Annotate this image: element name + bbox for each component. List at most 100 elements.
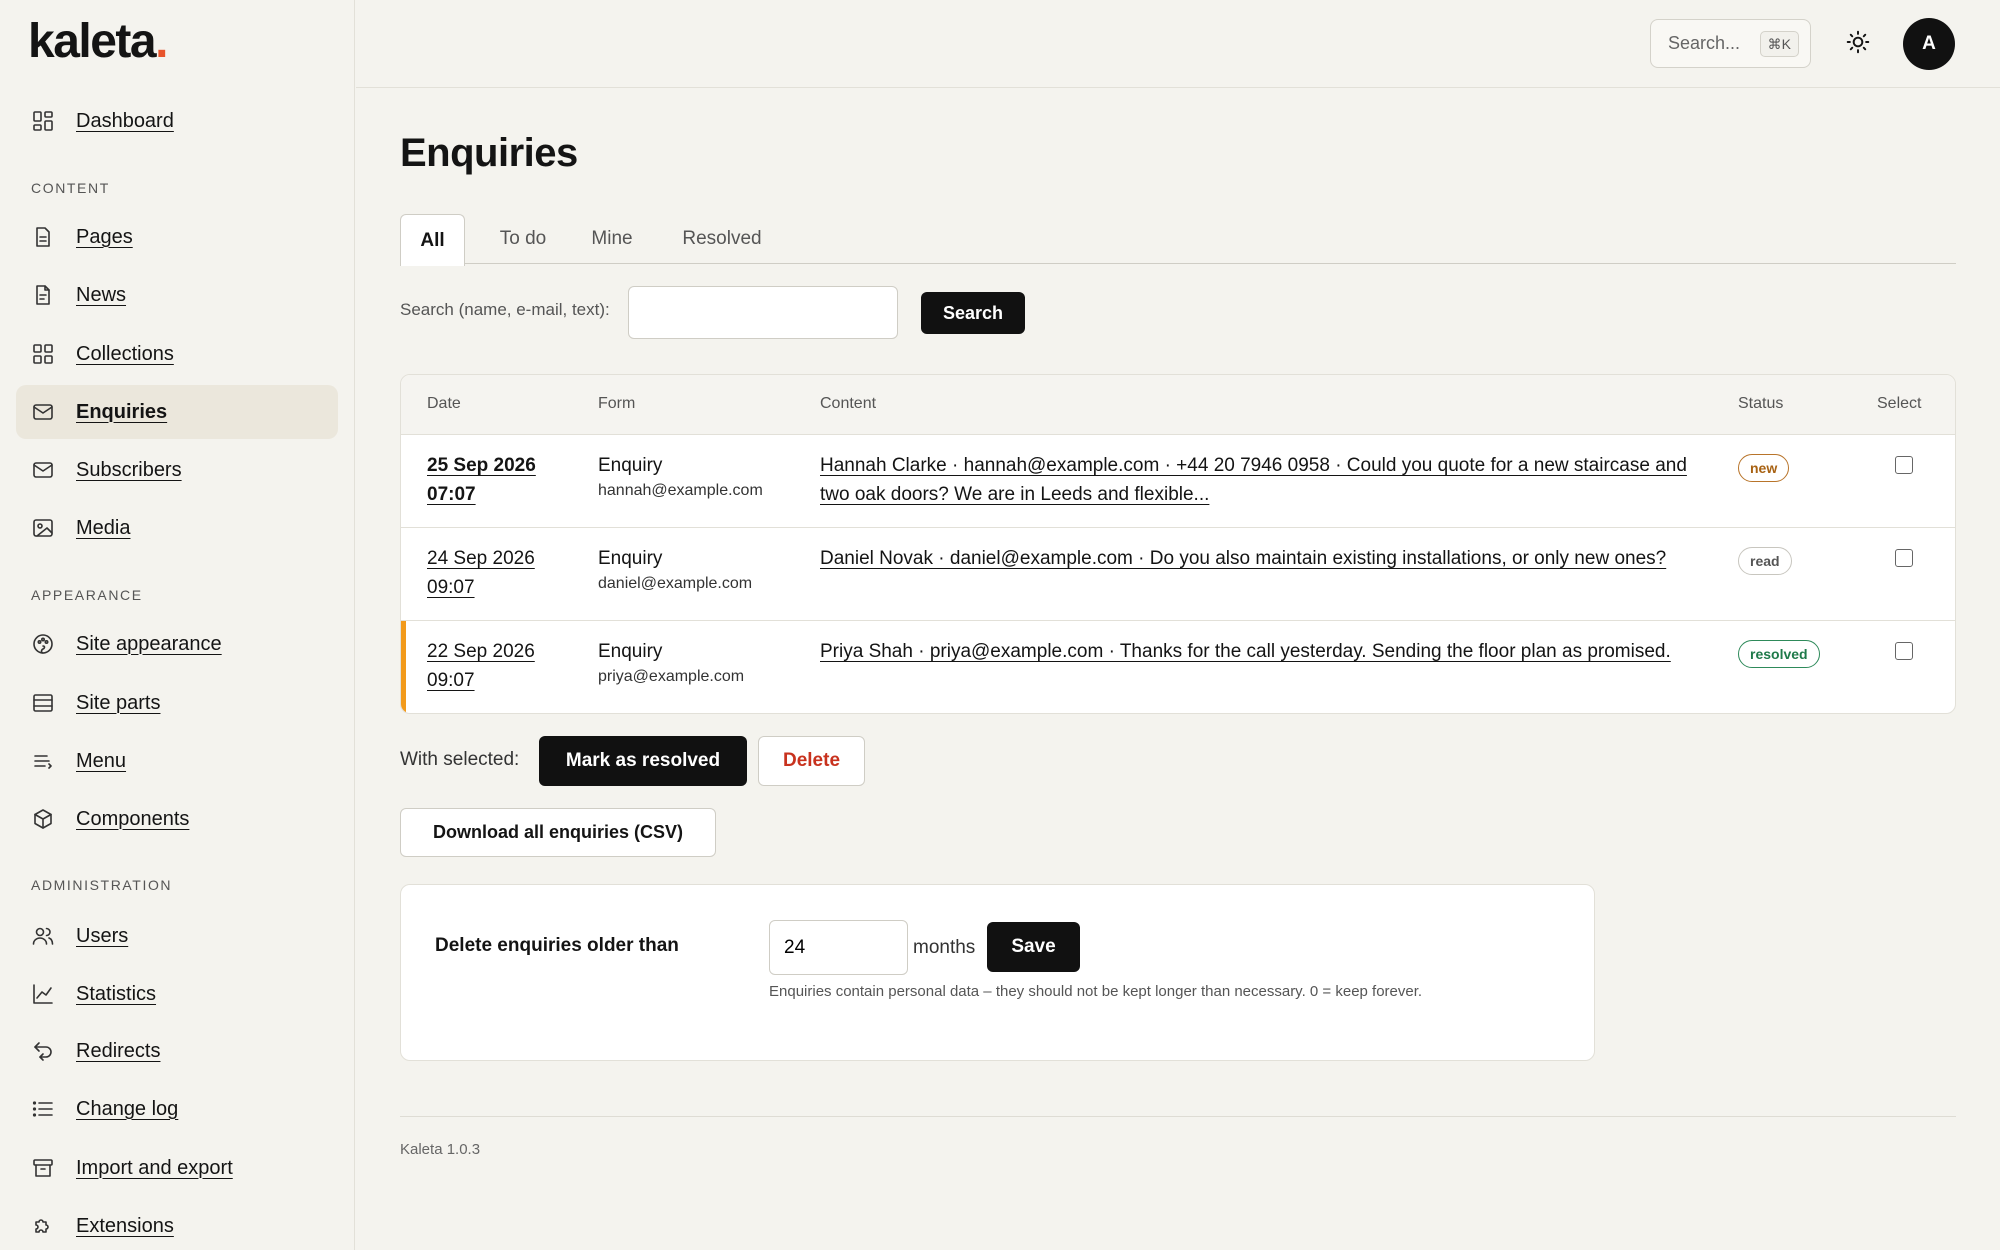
sidebar-item-label: Subscribers	[76, 458, 182, 481]
form-name: Enquiry	[598, 641, 663, 662]
row-form: Enquiry daniel@example.com	[598, 544, 752, 593]
mark-resolved-button[interactable]: Mark as resolved	[539, 736, 747, 786]
mail-icon	[30, 399, 56, 425]
tab-all[interactable]: All	[400, 214, 465, 266]
sidebar-item-site-appearance[interactable]: Site appearance	[16, 617, 338, 671]
sidebar-item-label: Import and export	[76, 1156, 233, 1179]
sidebar-item-change-log[interactable]: Change log	[16, 1082, 338, 1136]
row-date-link[interactable]: 22 Sep 2026 09:07	[427, 637, 567, 695]
sidebar-item-label: News	[76, 283, 127, 306]
sidebar-item-label: Dashboard	[76, 109, 174, 132]
footer-divider	[400, 1116, 1956, 1117]
column-header-status[interactable]: Status	[1738, 395, 1783, 413]
sidebar-item-label: Change log	[76, 1097, 179, 1120]
sidebar-item-label: Redirects	[76, 1039, 161, 1062]
row-select-checkbox[interactable]	[1895, 549, 1913, 567]
sidebar-item-label: Components	[76, 807, 190, 830]
sidebar-item-label: Site appearance	[76, 632, 222, 655]
users-icon	[30, 923, 56, 949]
retention-save-button[interactable]: Save	[987, 922, 1080, 972]
sidebar-item-subscribers[interactable]: Subscribers	[16, 443, 338, 497]
sun-icon	[1845, 29, 1871, 55]
sidebar-item-statistics[interactable]: Statistics	[16, 967, 338, 1021]
row-form: Enquiry priya@example.com	[598, 637, 744, 686]
table-row[interactable]: 22 Sep 2026 09:07 Enquiry priya@example.c…	[401, 621, 1955, 713]
row-content-link[interactable]: Priya Shah · priya@example.com · Thanks …	[820, 637, 1690, 666]
delete-button[interactable]: Delete	[758, 736, 865, 786]
section-title-appearance: APPEARANCE	[31, 587, 143, 603]
row-content-link[interactable]: Hannah Clarke · hannah@example.com · +44…	[820, 451, 1690, 509]
sidebar-item-label: Menu	[76, 749, 127, 772]
bulk-actions-label: With selected:	[400, 749, 520, 770]
sidebar-item-label: Pages	[76, 225, 133, 248]
sidebar-item-components[interactable]: Components	[16, 792, 338, 846]
logo[interactable]: kaleta.	[28, 14, 168, 69]
row-select-checkbox[interactable]	[1895, 642, 1913, 660]
status-badge: new	[1738, 454, 1790, 482]
theme-toggle-button[interactable]	[1842, 26, 1874, 58]
global-search[interactable]: Search... ⌘K	[1650, 19, 1811, 68]
row-select-checkbox[interactable]	[1895, 456, 1913, 474]
sidebar-item-dashboard[interactable]: Dashboard	[16, 94, 338, 148]
row-content-link[interactable]: Daniel Novak · daniel@example.com · Do y…	[820, 544, 1690, 573]
search-button[interactable]: Search	[921, 292, 1025, 334]
page-title: Enquiries	[400, 131, 578, 175]
sidebar-item-collections[interactable]: Collections	[16, 327, 338, 381]
page-icon	[30, 224, 56, 250]
layout-icon	[30, 690, 56, 716]
table-row[interactable]: 25 Sep 2026 07:07 Enquiry hannah@example.…	[401, 435, 1955, 528]
retention-unit: months	[913, 937, 976, 958]
form-email: priya@example.com	[598, 668, 745, 685]
column-header-date[interactable]: Date	[427, 395, 461, 413]
sidebar-item-pages[interactable]: Pages	[16, 210, 338, 264]
table-row[interactable]: 24 Sep 2026 09:07 Enquiry daniel@example.…	[401, 528, 1955, 621]
enquiries-table: Date Form Content Status Select 25 Sep 2…	[400, 374, 1956, 714]
tab-to-do[interactable]: To do	[475, 214, 571, 264]
chart-icon	[30, 981, 56, 1007]
grid-icon	[30, 341, 56, 367]
sidebar-item-label: Enquiries	[76, 400, 168, 423]
sidebar-item-redirects[interactable]: Redirects	[16, 1024, 338, 1078]
retention-label: Delete enquiries older than	[435, 935, 679, 956]
retention-settings-card: Delete enquiries older than months Save …	[400, 884, 1595, 1061]
sidebar-item-label: Extensions	[76, 1214, 174, 1237]
column-header-form[interactable]: Form	[598, 395, 635, 413]
sidebar-item-media[interactable]: Media	[16, 501, 338, 555]
sidebar-item-users[interactable]: Users	[16, 909, 338, 963]
palette-icon	[30, 631, 56, 657]
avatar[interactable]: A	[1903, 18, 1955, 70]
image-icon	[30, 515, 56, 541]
download-csv-button[interactable]: Download all enquiries (CSV)	[400, 808, 716, 857]
sidebar-item-enquiries[interactable]: Enquiries	[16, 385, 338, 439]
dashboard-grid-icon	[30, 108, 56, 134]
row-date-link[interactable]: 25 Sep 2026 07:07	[427, 451, 567, 509]
cube-icon	[30, 806, 56, 832]
search-input[interactable]	[628, 286, 898, 339]
sidebar-item-label: Users	[76, 924, 129, 947]
sidebar-item-site-parts[interactable]: Site parts	[16, 676, 338, 730]
sidebar-item-import-export[interactable]: Import and export	[16, 1141, 338, 1195]
menu-icon	[30, 748, 56, 774]
form-name: Enquiry	[598, 548, 663, 569]
sidebar-item-extensions[interactable]: Extensions	[16, 1199, 338, 1250]
puzzle-icon	[30, 1213, 56, 1239]
redirect-icon	[30, 1038, 56, 1064]
retention-months-input[interactable]	[769, 920, 908, 975]
row-date-link[interactable]: 24 Sep 2026 09:07	[427, 544, 567, 602]
tab-resolved[interactable]: Resolved	[662, 214, 782, 264]
column-header-content[interactable]: Content	[820, 395, 876, 413]
sidebar: kaleta. Dashboard CONTENT Pages News Col…	[0, 0, 355, 1250]
row-form: Enquiry hannah@example.com	[598, 451, 763, 500]
search-label: Search (name, e-mail, text):	[400, 300, 610, 319]
column-header-select: Select	[1877, 395, 1922, 412]
status-badge: resolved	[1738, 640, 1820, 668]
form-email: hannah@example.com	[598, 482, 763, 499]
sidebar-item-menu[interactable]: Menu	[16, 734, 338, 788]
tab-mine[interactable]: Mine	[572, 214, 652, 264]
status-badge: read	[1738, 547, 1792, 575]
footer-version: Kaleta 1.0.3	[400, 1141, 481, 1158]
sidebar-item-news[interactable]: News	[16, 268, 338, 322]
sidebar-item-label: Statistics	[76, 982, 157, 1005]
mail-icon	[30, 457, 56, 483]
section-title-content: CONTENT	[31, 180, 110, 196]
